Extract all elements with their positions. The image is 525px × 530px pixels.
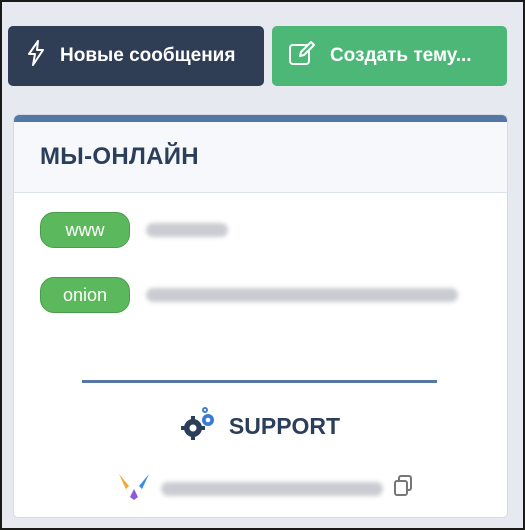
block-accent-bar: [14, 115, 507, 122]
www-badge: www: [40, 212, 130, 248]
link-row-onion: onion: [40, 277, 458, 313]
new-messages-button[interactable]: Новые сообщения: [8, 26, 264, 86]
support-contact: [117, 471, 413, 506]
block-header: МЫ-ОНЛАЙН: [14, 122, 507, 193]
lightning-icon: [26, 40, 46, 72]
link-row-www: www: [40, 212, 228, 248]
new-messages-label: Новые сообщения: [60, 45, 236, 66]
support-label: SUPPORT: [228, 413, 341, 439]
www-link-redacted[interactable]: [146, 223, 228, 237]
messenger-logo-icon: [117, 471, 151, 506]
gears-icon: [180, 407, 217, 446]
block-title: МЫ-ОНЛАЙН: [40, 143, 199, 170]
create-topic-label: Создать тему...: [329, 45, 472, 66]
support-heading: SUPPORT: [14, 407, 507, 446]
onion-link-redacted[interactable]: [146, 288, 458, 302]
support-contact-redacted[interactable]: [161, 481, 383, 496]
create-topic-button[interactable]: Создать тему...: [271, 26, 507, 86]
toolbar: Новые сообщения Создать тему...: [8, 26, 507, 86]
onion-badge: onion: [40, 277, 130, 313]
divider: [82, 380, 437, 383]
edit-icon: [288, 40, 316, 72]
online-block: МЫ-ОНЛАЙН www onion SUPPORT: [14, 115, 507, 517]
copy-icon[interactable]: [393, 475, 413, 502]
